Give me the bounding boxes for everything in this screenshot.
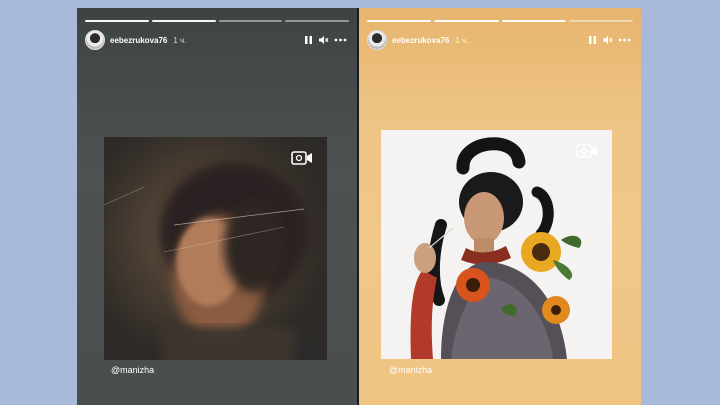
more-icon[interactable]: [618, 38, 631, 42]
story-panel-left[interactable]: eebezrukova76 1 ч. @manizha: [77, 8, 357, 405]
timestamp: 1 ч.: [173, 35, 187, 45]
story-photo: [381, 130, 612, 359]
sunflower: [542, 296, 570, 324]
story-header: eebezrukova76 1 ч.: [367, 30, 631, 50]
timestamp: 1 ч.: [455, 35, 469, 45]
story-progress-bar: [85, 20, 349, 22]
sunflower: [456, 268, 490, 302]
video-icon: [576, 144, 598, 163]
portrait-with-sunflowers-image: [410, 137, 582, 359]
volume-icon[interactable]: [602, 35, 613, 45]
avatar[interactable]: [85, 30, 105, 50]
avatar[interactable]: [367, 30, 387, 50]
pause-icon[interactable]: [588, 35, 597, 45]
username[interactable]: eebezrukova76: [392, 36, 449, 45]
story-controls: [304, 35, 347, 45]
progress-segment: [434, 20, 499, 22]
story-header: eebezrukova76 1 ч.: [85, 30, 347, 50]
progress-segment: [218, 20, 283, 22]
username[interactable]: eebezrukova76: [110, 36, 167, 45]
story-controls: [588, 35, 631, 45]
progress-segment: [285, 20, 349, 22]
video-icon: [291, 151, 313, 170]
volume-icon[interactable]: [318, 35, 329, 45]
more-icon[interactable]: [334, 38, 347, 42]
progress-segment: [151, 20, 216, 22]
story-panel-right[interactable]: eebezrukova76 1 ч. @manizha: [359, 8, 641, 405]
mention-tag[interactable]: @manizha: [111, 365, 154, 375]
blurred-portrait-image: [104, 162, 309, 360]
pause-icon[interactable]: [304, 35, 313, 45]
progress-segment: [501, 20, 566, 22]
mention-tag[interactable]: @manizha: [389, 365, 432, 375]
progress-segment: [568, 20, 633, 22]
progress-segment: [85, 20, 149, 22]
sunflower: [521, 232, 561, 272]
story-progress-bar: [367, 20, 633, 22]
progress-segment: [367, 20, 432, 22]
story-photo: [104, 137, 327, 360]
